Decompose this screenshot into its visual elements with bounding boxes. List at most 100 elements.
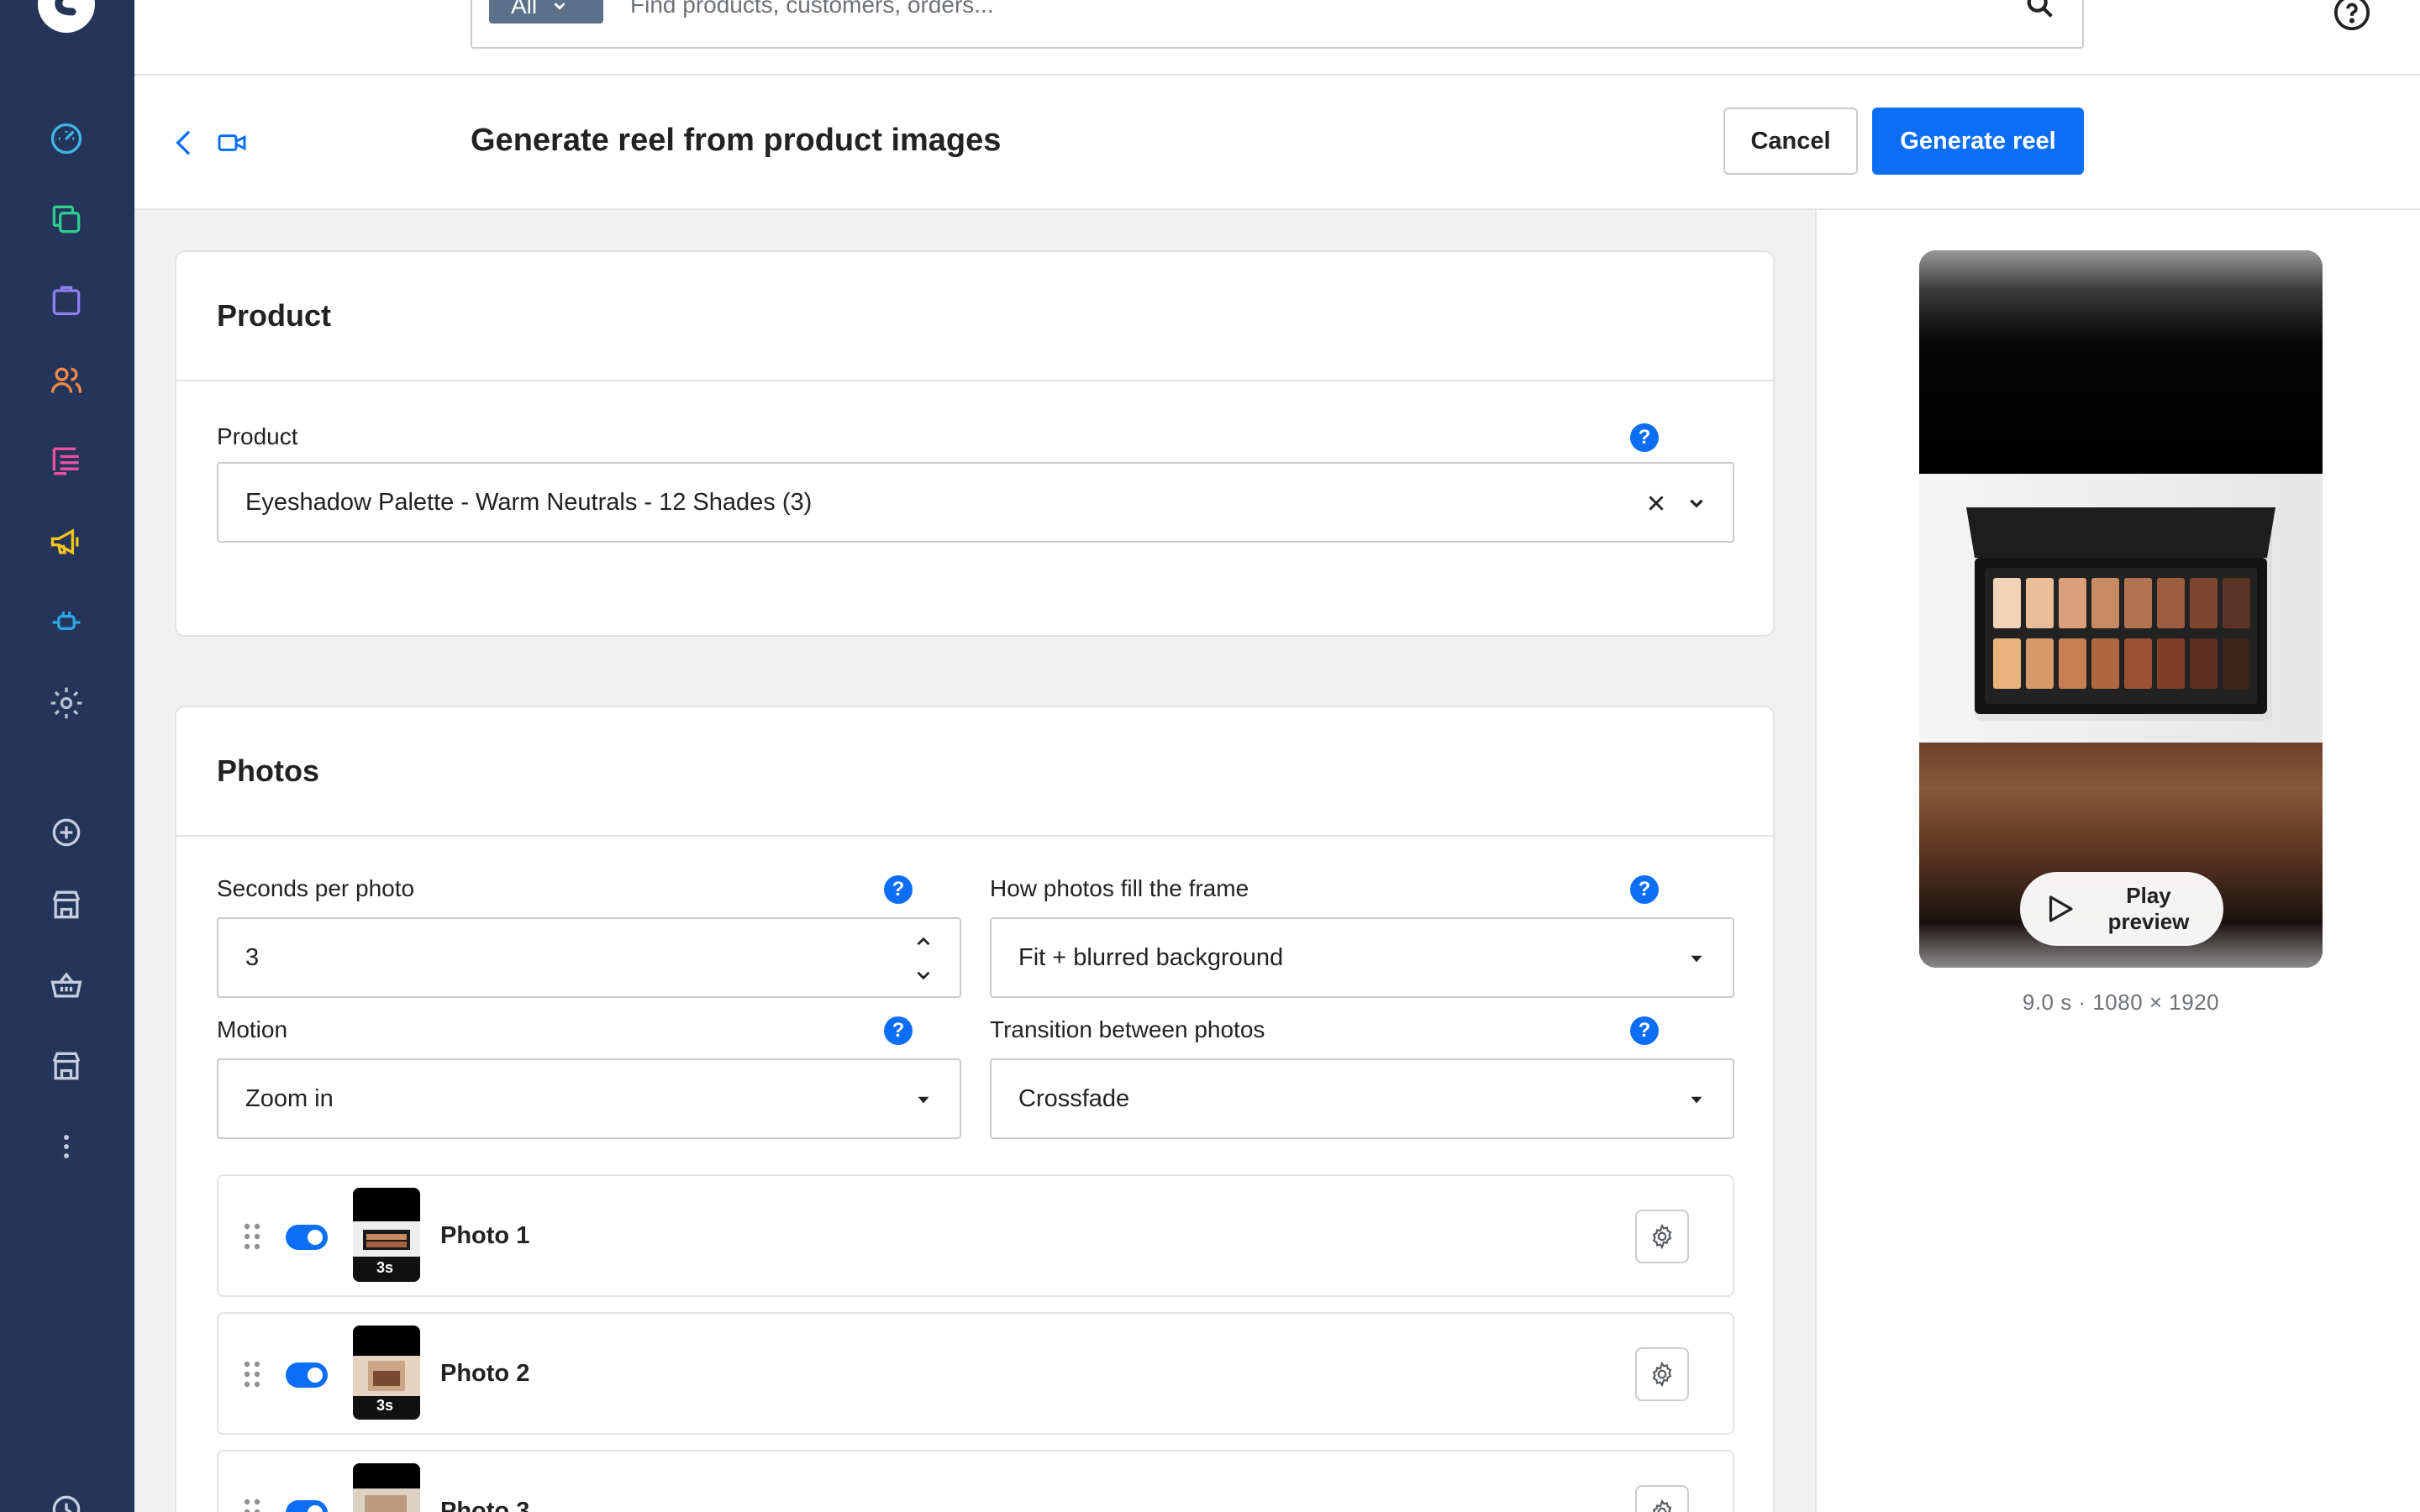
eyeshadow-pan — [2190, 578, 2217, 628]
eyeshadow-pan — [2091, 638, 2119, 689]
clock-icon[interactable] — [45, 1488, 87, 1512]
help-icon[interactable]: ? — [1630, 875, 1659, 904]
photo-row[interactable]: 3s Photo 1 — [217, 1174, 1734, 1297]
photo-label: Photo 3 — [440, 1498, 530, 1512]
sidebar — [0, 0, 134, 1512]
fill-mode-select[interactable]: Fit + blurred background — [990, 917, 1734, 998]
store-icon[interactable] — [45, 884, 87, 926]
motion-label: Motion — [217, 1016, 288, 1042]
integrations-icon[interactable] — [45, 601, 87, 643]
gear-icon — [1652, 1361, 1672, 1388]
chevron-down-icon[interactable] — [913, 964, 934, 986]
dashboard-icon[interactable] — [45, 118, 87, 160]
search-scope-dropdown[interactable]: All — [489, 0, 603, 24]
add-circle-icon[interactable] — [45, 811, 87, 853]
search-scope-label: All — [511, 0, 538, 18]
play-preview-label: Play preview — [2107, 883, 2190, 934]
photo-settings-button[interactable] — [1635, 1347, 1689, 1401]
preview-blur-top — [1919, 250, 2323, 474]
seconds-per-photo-value: 3 — [245, 944, 260, 971]
fill-mode-value: Fit + blurred background — [1018, 944, 1284, 971]
app-logo-icon[interactable] — [37, 0, 96, 34]
transition-select[interactable]: Crossfade — [990, 1058, 1734, 1139]
eyeshadow-pan — [2124, 638, 2152, 689]
reel-preview[interactable]: Play preview — [1919, 250, 2323, 968]
page-title: Generate reel from product images — [471, 123, 1002, 158]
generate-reel-button[interactable]: Generate reel — [1872, 108, 2084, 175]
photos-card-heading: Photos — [176, 707, 1773, 837]
chevron-down-icon — [1690, 499, 1703, 508]
back-arrow-icon[interactable] — [168, 126, 202, 160]
drag-handle-icon[interactable] — [242, 1497, 262, 1512]
video-camera-icon — [218, 134, 246, 151]
page-header: Generate reel from product images Cancel… — [134, 76, 2420, 210]
play-preview-button[interactable]: Play preview — [2020, 872, 2223, 946]
gear-icon — [1652, 1223, 1672, 1250]
gear-icon — [1652, 1499, 1672, 1512]
photos-card: Photos Seconds per photo ? 3 How photos … — [175, 706, 1775, 1512]
photo-settings-button[interactable] — [1635, 1485, 1689, 1512]
help-icon[interactable]: ? — [1630, 1016, 1659, 1045]
transition-value: Crossfade — [1018, 1085, 1130, 1112]
help-icon[interactable]: ? — [884, 875, 913, 904]
photo-thumbnail: 3s — [353, 1188, 420, 1282]
photo-row[interactable]: 3s Photo 3 — [217, 1450, 1734, 1512]
preview-panel: Play preview 9.0 s · 1080 × 1920 — [1815, 210, 2420, 1512]
eyeshadow-pan — [2157, 638, 2185, 689]
search-input[interactable]: Find products, customers, orders... — [630, 0, 994, 22]
photo-label: Photo 2 — [440, 1360, 530, 1387]
copy-icon[interactable] — [45, 198, 87, 240]
product-field-label: Product — [217, 423, 298, 449]
photo-enabled-toggle[interactable] — [286, 1362, 328, 1388]
transition-label: Transition between photos — [990, 1016, 1265, 1042]
global-search: All Find products, customers, orders... — [471, 0, 2084, 49]
eyeshadow-pan — [2059, 578, 2086, 628]
store-icon-2[interactable] — [45, 1045, 87, 1087]
motion-select[interactable]: Zoom in — [217, 1058, 961, 1139]
eyeshadow-pan — [2223, 638, 2250, 689]
eyeshadow-pan — [2091, 578, 2119, 628]
product-card: Product Product ? Eyeshadow Palette - Wa… — [175, 250, 1775, 637]
play-icon — [2049, 895, 2073, 922]
list-icon[interactable] — [45, 440, 87, 482]
help-icon[interactable]: ? — [884, 1016, 913, 1045]
clear-icon[interactable] — [1645, 492, 1667, 514]
eyeshadow-pan — [2157, 578, 2185, 628]
eyeshadow-pan — [2190, 638, 2217, 689]
chevron-down-icon — [918, 1096, 929, 1104]
top-bar: All Find products, customers, orders... — [134, 0, 2420, 76]
photo-enabled-toggle[interactable] — [286, 1225, 328, 1250]
eyeshadow-pan — [2124, 578, 2152, 628]
eyeshadow-pan — [2223, 578, 2250, 628]
seconds-per-photo-stepper[interactable]: 3 — [217, 917, 961, 998]
cancel-button[interactable]: Cancel — [1723, 108, 1858, 175]
product-image — [1919, 474, 2323, 743]
bag-icon[interactable] — [45, 279, 87, 321]
chevron-up-icon[interactable] — [913, 931, 934, 953]
product-select[interactable]: Eyeshadow Palette - Warm Neutrals - 12 S… — [217, 462, 1734, 543]
settings-icon[interactable] — [45, 682, 87, 724]
photo-thumbnail: 3s — [353, 1463, 420, 1512]
megaphone-icon[interactable] — [45, 521, 87, 563]
photo-enabled-toggle[interactable] — [286, 1500, 328, 1512]
more-icon[interactable] — [45, 1126, 87, 1168]
photo-settings-button[interactable] — [1635, 1210, 1689, 1263]
eyeshadow-pan — [1993, 638, 2021, 689]
photo-row[interactable]: 3s Photo 2 — [217, 1312, 1734, 1435]
eyeshadow-pan — [2026, 578, 2054, 628]
drag-handle-icon[interactable] — [242, 1359, 262, 1389]
eyeshadow-pan — [2026, 638, 2054, 689]
photo-thumbnail: 3s — [353, 1326, 420, 1420]
help-circle-icon[interactable] — [2333, 0, 2371, 32]
eyeshadow-pan — [2059, 638, 2086, 689]
drag-handle-icon[interactable] — [242, 1221, 262, 1252]
chevron-down-icon — [1691, 955, 1702, 963]
motion-value: Zoom in — [245, 1085, 334, 1112]
seconds-per-photo-label: Seconds per photo — [217, 875, 415, 901]
help-icon[interactable]: ? — [1630, 423, 1659, 452]
search-icon[interactable] — [2023, 0, 2057, 22]
customers-icon[interactable] — [45, 360, 87, 402]
basket-icon[interactable] — [45, 964, 87, 1006]
chevron-down-icon — [1691, 1096, 1702, 1104]
product-select-value: Eyeshadow Palette - Warm Neutrals - 12 S… — [245, 489, 813, 516]
